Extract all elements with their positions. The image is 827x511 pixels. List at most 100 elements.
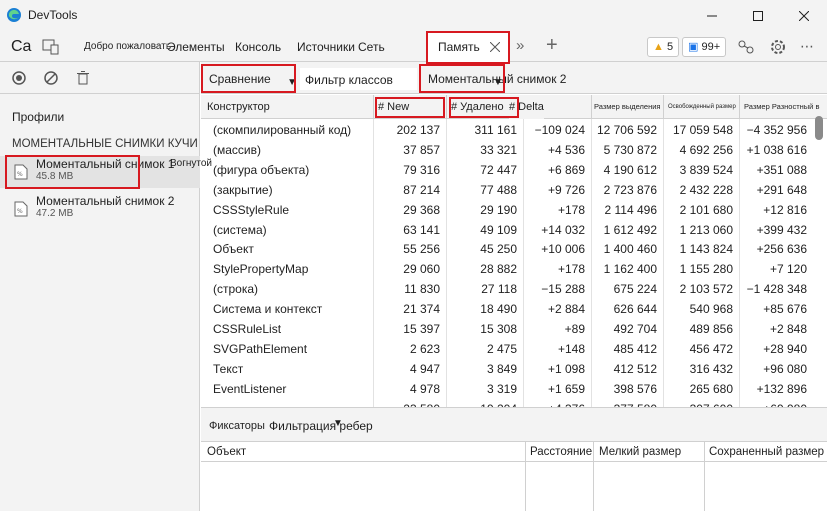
add-tab-icon[interactable]: +	[546, 34, 558, 57]
value-cell: +178	[557, 202, 585, 217]
connections-icon[interactable]	[737, 39, 755, 55]
value-cell: 540 968	[689, 302, 733, 317]
table-row[interactable]: (система) 63 141 49 109 +14 032 1 612 492 1 2…	[201, 220, 827, 240]
value-cell: 27 118	[481, 282, 517, 297]
warnings-badge[interactable]: ▲ 5	[647, 37, 680, 57]
value-cell: −1 428 348	[746, 282, 807, 297]
table-row[interactable]: Объект 55 256 45 250 +10 006 1 400 460 1 143 …	[201, 239, 827, 259]
value-cell: 675 224	[613, 282, 657, 297]
device-toggle-icon[interactable]	[42, 39, 60, 55]
constructor-cell: (скомпилированный код)	[213, 123, 352, 137]
table-row[interactable]: (закрытие) 87 214 77 488 +9 726 2 723 876 2 4…	[201, 180, 827, 200]
view-select[interactable]: Сравнение ▼	[209, 68, 299, 90]
tab-sources[interactable]: Источники	[297, 32, 355, 62]
warnings-count: 5	[666, 41, 674, 53]
title-bar: DevTools	[0, 0, 827, 32]
value-cell: +148	[557, 341, 585, 356]
value-cell: 77 488	[480, 182, 517, 197]
value-cell: 19 204	[446, 399, 523, 407]
value-cell: +178	[557, 262, 585, 277]
table-row[interactable]: SVGPathElement 2 623 2 475 +148 485 412 456 4…	[201, 339, 827, 359]
constructor-cell: CSSRuleList	[213, 322, 282, 336]
constructor-cell: Объект	[213, 242, 254, 257]
tab-network[interactable]: Сеть	[358, 32, 385, 62]
class-filter-input[interactable]: Фильтр классов	[300, 68, 417, 90]
col-delta[interactable]: # Delta	[509, 95, 544, 119]
value-cell: 1 143 824	[679, 242, 733, 257]
table-row[interactable]: StylePropertyMap 29 060 28 882 +178 1 162 40…	[201, 259, 827, 279]
col-retained-size[interactable]: Сохраненный размер	[709, 442, 824, 462]
close-icon	[799, 11, 809, 21]
grid-scrollbar[interactable]	[815, 116, 823, 140]
clear-icon[interactable]	[43, 70, 59, 86]
retainers-title: Фиксаторы	[209, 420, 265, 432]
edge-filter-label: Фильтрация ребер	[269, 419, 373, 433]
edge-filter-select[interactable]: Фильтрация ребер ▼	[269, 418, 373, 433]
base-snapshot-select[interactable]: Моментальный снимок 2 ▼	[428, 68, 566, 90]
close-window-button[interactable]	[781, 0, 827, 32]
value-cell: +85 676	[763, 302, 807, 317]
value-cell: 49 109	[480, 222, 517, 237]
messages-badge[interactable]: ▣ 99+	[682, 37, 727, 57]
constructor-cell: EventListener	[213, 381, 287, 396]
more-tabs-icon[interactable]: »	[516, 37, 524, 54]
table-row[interactable]: CSSRuleList 15 397 15 308 +89 492 704 489 856…	[201, 319, 827, 339]
table-row[interactable]: EventListener 4 978 3 319 +1 659 398 576 265 …	[201, 379, 827, 399]
value-cell: +1 098	[547, 361, 585, 376]
snapshot-1[interactable]: % Моментальный снимок 1 45.8 MB Вогнутой	[0, 156, 212, 188]
table-row[interactable]: (фигура объекта) 79 316 72 447 +6 869 4 190 …	[201, 160, 827, 180]
value-cell: 18 490	[480, 302, 517, 317]
more-options-icon[interactable]: ⋯	[800, 38, 814, 55]
col-freed-size[interactable]: Освобожденный размер	[663, 95, 739, 119]
minimize-button[interactable]	[689, 0, 735, 32]
table-row[interactable]: Текст 4 947 3 849 +1 098 412 512 316 432 +96 0…	[201, 359, 827, 379]
col-distance[interactable]: Расстояние	[530, 442, 592, 462]
value-cell: 316 432	[689, 361, 733, 376]
constructor-cell: CSSStyleRule	[213, 202, 290, 217]
value-cell: 412 512	[613, 361, 657, 376]
constructor-cell: SVGPathElement	[213, 341, 308, 356]
tab-elements[interactable]: Элементы	[167, 32, 225, 62]
tab-console[interactable]: Консоль	[235, 32, 281, 62]
value-cell: 17 059 548	[672, 123, 733, 137]
class-filter-placeholder: Фильтр классов	[305, 73, 393, 87]
message-icon: ▣	[688, 41, 699, 53]
col-constructor[interactable]: Конструктор	[201, 95, 373, 119]
settings-gear-icon[interactable]	[769, 38, 787, 56]
value-cell: 1 213 060	[679, 222, 733, 237]
value-cell: +69 980	[739, 399, 813, 407]
tab-welcome[interactable]: Добро пожаловать	[84, 32, 171, 62]
trash-icon[interactable]	[75, 70, 91, 86]
col-new[interactable]: # New	[373, 95, 446, 119]
tab-memory[interactable]: Память	[427, 32, 509, 62]
table-row[interactable]: Система и контекст 21 374 18 490 +2 884 626 …	[201, 299, 827, 319]
col-size-delta[interactable]: Размер Разностный в	[739, 95, 827, 119]
column-divider	[704, 442, 705, 511]
value-cell: 2 103 572	[679, 282, 733, 297]
value-cell: +10 006	[541, 242, 585, 257]
value-cell: 2 432 228	[679, 182, 733, 197]
record-icon[interactable]	[11, 70, 27, 86]
table-row[interactable]: (массив) 37 857 33 321 +4 536 5 730 872 4 692…	[201, 140, 827, 160]
table-row[interactable]: (скомпилированный код) 202 137 311 161 −109…	[201, 120, 827, 140]
value-cell: 23 580	[373, 399, 446, 407]
table-row[interactable]: (строка) 11 830 27 118 −15 288 675 224 2 103 …	[201, 279, 827, 299]
maximize-button[interactable]	[735, 0, 781, 32]
value-cell: 12 706 592	[596, 123, 657, 137]
value-cell: 37 857	[403, 142, 440, 157]
col-alloc-size[interactable]: Размер выделения	[591, 95, 663, 119]
snapshot-2[interactable]: % Моментальный снимок 2 47.2 MB	[0, 193, 200, 225]
table-row[interactable]: 23 58019 204+4 376377 580307 600+69 980	[201, 399, 827, 407]
close-tab-icon[interactable]	[490, 42, 500, 52]
value-cell: 377 580	[591, 399, 663, 407]
value-cell: +2 848	[769, 322, 807, 336]
value-cell: 2 723 876	[603, 182, 657, 197]
value-cell: −15 288	[541, 282, 585, 297]
value-cell: +6 869	[547, 162, 585, 177]
comparison-grid: Конструктор # New # Удалено # Delta Разм…	[201, 95, 827, 407]
col-shallow-size[interactable]: Мелкий размер	[599, 442, 681, 462]
tab-ca[interactable]: Ca	[11, 32, 31, 62]
table-row[interactable]: CSSStyleRule 29 368 29 190 +178 2 114 496 2 1…	[201, 200, 827, 220]
value-cell: 87 214	[403, 182, 440, 197]
col-object[interactable]: Объект	[207, 442, 246, 462]
